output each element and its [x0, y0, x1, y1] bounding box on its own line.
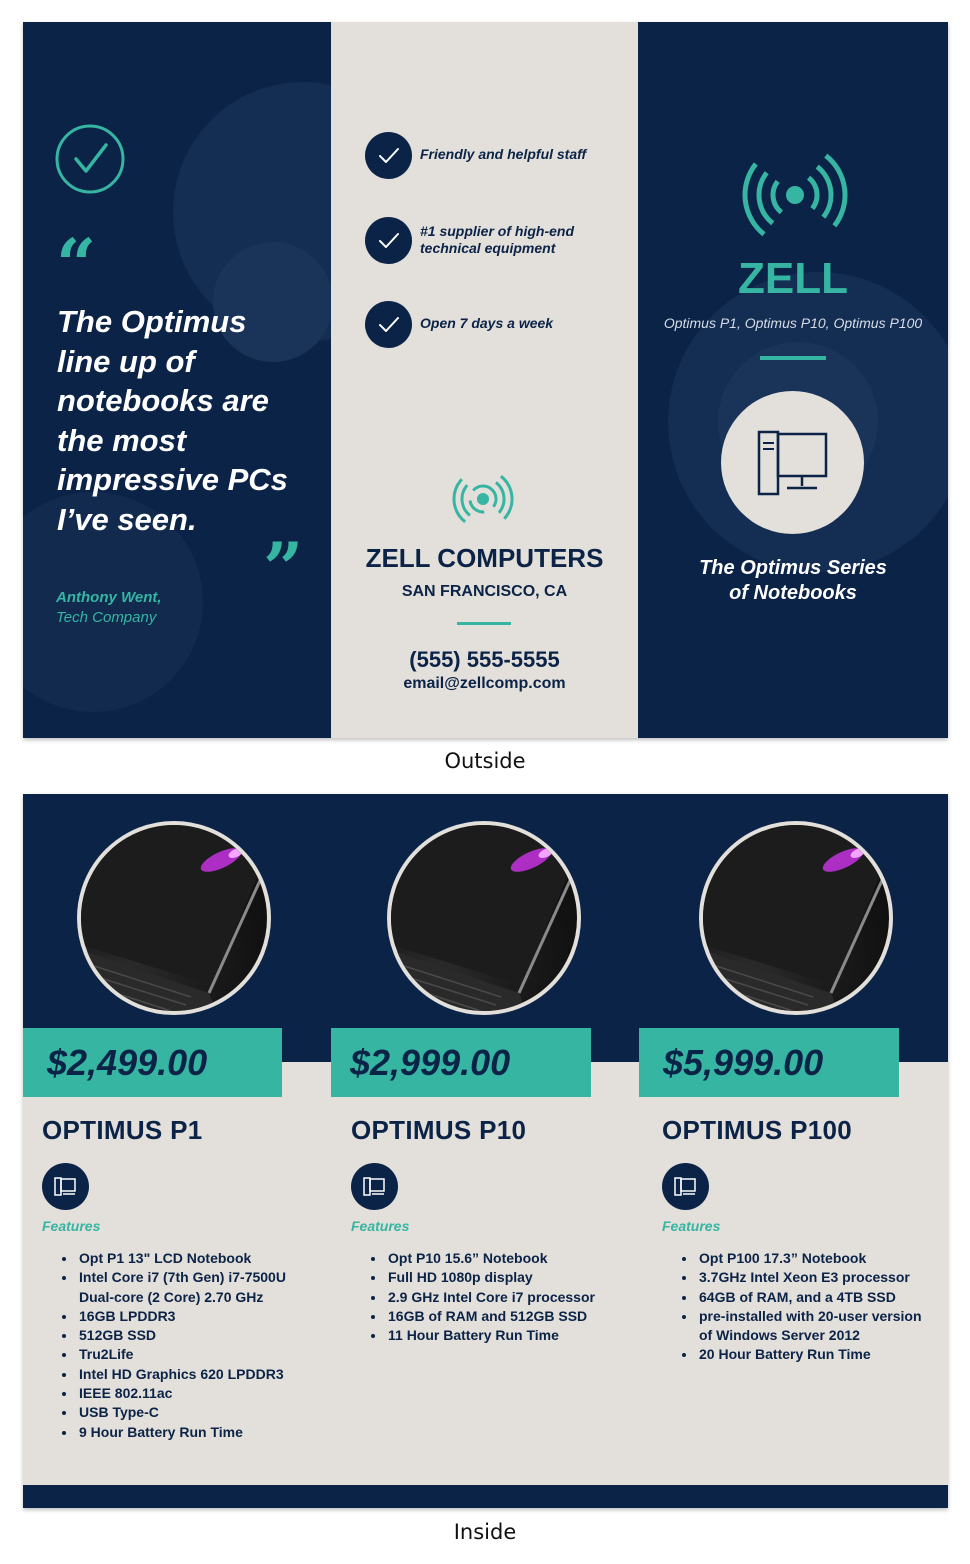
feature-item: 16GB of RAM and 512GB SSD	[386, 1307, 626, 1326]
laptop-image	[391, 825, 577, 1011]
price-box: $2,999.00	[331, 1028, 591, 1097]
feature-check-badge	[365, 132, 412, 179]
feature-item: Intel Core i7 (7th Gen) i7-7500U Dual-co…	[77, 1268, 312, 1307]
product-icon-badge	[42, 1163, 89, 1210]
feature-item: 11 Hour Battery Run Time	[386, 1326, 626, 1345]
computer-icon	[674, 1177, 696, 1196]
feature-text: Friendly and helpful staff	[420, 146, 587, 162]
price-box: $2,499.00	[23, 1028, 282, 1097]
company-phone: (555) 555-5555	[409, 647, 560, 672]
feature-item: Opt P100 17.3” Notebook	[697, 1249, 937, 1268]
company-email: email@zellcomp.com	[403, 675, 566, 692]
inside-footer-band	[23, 1485, 948, 1508]
product-photo	[387, 821, 581, 1015]
check-icon	[379, 233, 399, 248]
inside-caption: Inside	[453, 1520, 517, 1544]
series-title-line: The Optimus Series	[699, 557, 887, 579]
product-price: $5,999.00	[663, 1042, 824, 1083]
computer-badge	[721, 391, 864, 534]
feature-text: Open 7 days a week	[420, 315, 554, 331]
feature-item: 16GB LPDDR3	[77, 1307, 312, 1326]
computer-icon	[363, 1177, 385, 1196]
testimonial-author: Anthony Went,	[56, 589, 162, 606]
contact-panel: Friendly and helpful staff #1 supplier o…	[331, 22, 638, 738]
testimonial-panel: “ The Optimus line up of notebooks are t…	[23, 22, 331, 738]
broadcast-icon	[742, 142, 848, 248]
close-quote-mark: ”	[263, 527, 304, 610]
feature-text: technical equipment	[420, 240, 556, 256]
check-icon	[379, 317, 399, 332]
feature-item: IEEE 802.11ac	[77, 1384, 312, 1403]
computer-icon	[757, 430, 828, 496]
feature-item: Tru2Life	[77, 1345, 312, 1364]
feature-item: USB Type-C	[77, 1403, 312, 1422]
feature-text: #1 supplier of high-end	[420, 223, 575, 239]
feature-item: pre-installed with 20-user version of Wi…	[697, 1307, 937, 1346]
feature-item: 2.9 GHz Intel Core i7 processor	[386, 1288, 626, 1307]
laptop-image	[703, 825, 889, 1011]
company-location: SAN FRANCISCO, CA	[401, 583, 568, 600]
brochure-outside: “ The Optimus line up of notebooks are t…	[23, 22, 948, 738]
product-icon-badge	[662, 1163, 709, 1210]
product-photo	[699, 821, 893, 1015]
feature-item: 64GB of RAM, and a 4TB SSD	[697, 1288, 937, 1307]
feature-item: 512GB SSD	[77, 1326, 312, 1345]
feature-item: Opt P1 13" LCD Notebook	[77, 1249, 312, 1268]
product-icon-badge	[351, 1163, 398, 1210]
computer-icon	[54, 1177, 76, 1196]
model-lineup: Optimus P1, Optimus P10, Optimus P100	[663, 315, 923, 331]
product-photo	[77, 821, 271, 1015]
company-name: ZELL COMPUTERS	[365, 543, 604, 573]
testimonial-company: Tech Company	[56, 609, 157, 626]
product-name: OPTIMUS P1	[42, 1115, 203, 1145]
feature-check-badge	[365, 217, 412, 264]
feature-item: 3.7GHz Intel Xeon E3 processor	[697, 1268, 937, 1287]
brochure-inside: $2,499.00 OPTIMUS P1 Features Opt P1 13"…	[23, 794, 948, 1508]
series-title-line: of Notebooks	[729, 582, 857, 604]
feature-item: Intel HD Graphics 620 LPDDR3	[77, 1365, 312, 1384]
features-list: Opt P1 13" LCD Notebook Intel Core i7 (7…	[59, 1249, 312, 1442]
laptop-image	[81, 825, 267, 1011]
testimonial-quote: The Optimus line up of notebooks are the…	[57, 304, 288, 537]
outside-caption: Outside	[444, 749, 526, 773]
series-title: The Optimus Series of Notebooks	[638, 556, 948, 606]
features-label: Features	[42, 1218, 101, 1234]
feature-check-badge	[365, 301, 412, 348]
check-circle-icon	[55, 124, 125, 194]
product-price: $2,999.00	[350, 1042, 511, 1083]
features-label: Features	[351, 1218, 410, 1234]
product-price: $2,499.00	[47, 1042, 208, 1083]
feature-item: Full HD 1080p display	[386, 1268, 626, 1287]
broadcast-icon	[452, 468, 514, 530]
divider	[760, 356, 826, 360]
features-list: Opt P100 17.3” Notebook 3.7GHz Intel Xeo…	[679, 1249, 937, 1365]
divider	[457, 622, 511, 625]
open-quote-mark: “	[56, 223, 97, 306]
features-label: Features	[662, 1218, 721, 1234]
brand-name: ZELL	[738, 254, 848, 303]
cover-panel: ZELL Optimus P1, Optimus P10, Optimus P1…	[638, 22, 948, 738]
features-list: Opt P10 15.6” Notebook Full HD 1080p dis…	[368, 1249, 626, 1345]
feature-item: 20 Hour Battery Run Time	[697, 1345, 937, 1364]
feature-item: Opt P10 15.6” Notebook	[386, 1249, 626, 1268]
price-box: $5,999.00	[639, 1028, 899, 1097]
product-name: OPTIMUS P10	[351, 1115, 527, 1145]
check-icon	[379, 148, 399, 163]
feature-item: 9 Hour Battery Run Time	[77, 1423, 312, 1442]
product-name: OPTIMUS P100	[662, 1115, 852, 1145]
